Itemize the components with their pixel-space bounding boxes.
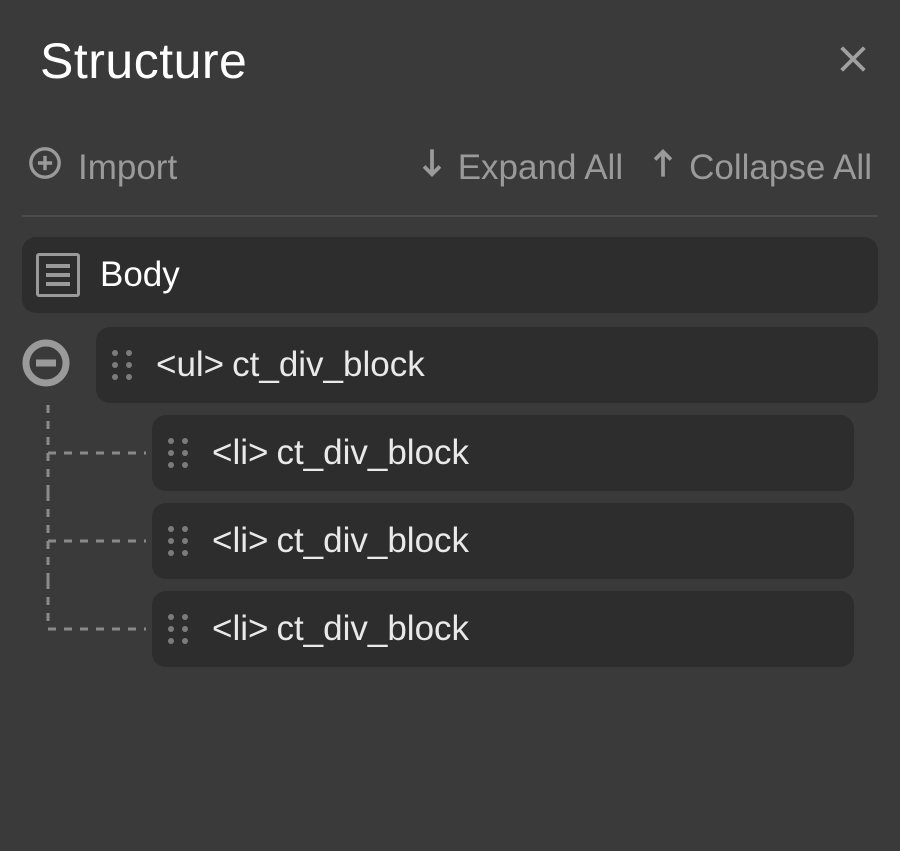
tree-node-li-wrap: <li>ct_div_block: [22, 591, 878, 667]
tree-node-li[interactable]: <li>ct_div_block: [152, 415, 854, 491]
arrow-down-icon: [418, 146, 446, 189]
arrow-up-icon: [649, 146, 677, 189]
import-label: Import: [78, 148, 177, 188]
collapse-node-icon[interactable]: [22, 339, 70, 392]
expand-all-button[interactable]: Expand All: [418, 146, 623, 189]
panel-title: Structure: [40, 32, 247, 90]
tree-node-li[interactable]: <li>ct_div_block: [152, 503, 854, 579]
tree-node-li-wrap: <li>ct_div_block: [22, 503, 878, 579]
tree: Body <ul>ct_div_block: [22, 237, 878, 667]
drag-handle-icon[interactable]: [166, 612, 190, 646]
drag-handle-icon[interactable]: [110, 348, 134, 382]
tree-connector: [22, 415, 152, 491]
collapse-all-label: Collapse All: [689, 148, 872, 188]
tree-node-label: <ul>ct_div_block: [156, 345, 425, 385]
drag-handle-icon[interactable]: [166, 524, 190, 558]
tree-connector: [22, 503, 152, 579]
tree-node-li-wrap: <li>ct_div_block: [22, 415, 878, 491]
tree-node-label: <li>ct_div_block: [212, 433, 469, 473]
tree-node-ul-wrap: <ul>ct_div_block: [22, 327, 878, 403]
tree-node-label: <li>ct_div_block: [212, 521, 469, 561]
collapse-all-button[interactable]: Collapse All: [649, 146, 872, 189]
close-icon[interactable]: [836, 42, 870, 81]
panel-header: Structure: [22, 32, 878, 90]
drag-handle-icon[interactable]: [166, 436, 190, 470]
tree-children: <li>ct_div_block <li>ct_div_bloc: [22, 415, 878, 667]
tree-node-label: <li>ct_div_block: [212, 609, 469, 649]
plus-circle-icon: [28, 146, 62, 189]
panel-toolbar: Import Expand All Collapse All: [22, 146, 878, 217]
tree-node-body[interactable]: Body: [22, 237, 878, 313]
structure-panel: Structure Import Expand All Collap: [0, 0, 900, 667]
tree-node-label: Body: [100, 255, 180, 295]
tree-node-li[interactable]: <li>ct_div_block: [152, 591, 854, 667]
tree-connector: [22, 591, 152, 667]
expand-all-label: Expand All: [458, 148, 623, 188]
body-icon: [36, 253, 80, 297]
import-button[interactable]: Import: [28, 146, 177, 189]
tree-node-ul[interactable]: <ul>ct_div_block: [96, 327, 878, 403]
toolbar-right: Expand All Collapse All: [418, 146, 872, 189]
